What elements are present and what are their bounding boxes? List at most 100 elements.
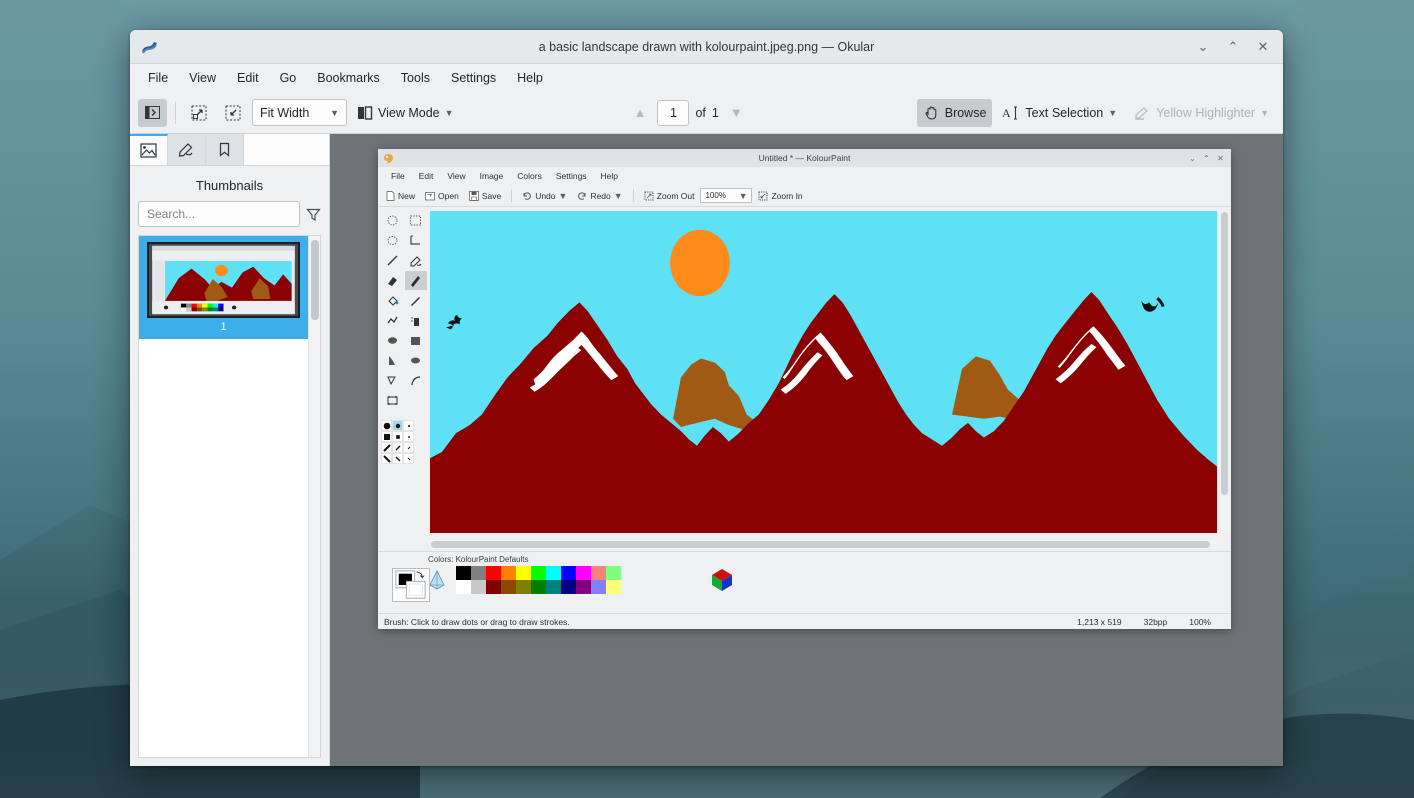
swatch-teal [546,580,561,594]
zoom-fit-width-button[interactable] [218,99,248,127]
okular-body: Thumbnails Search... [130,134,1283,766]
document-viewport[interactable]: Untitled * — KolourPaint ⌄ ⌃ ✕ File Edit… [330,134,1283,766]
sidebar-tab-bookmarks[interactable] [206,134,244,165]
menu-bookmarks[interactable]: Bookmarks [307,67,390,89]
kolourpaint-statusbar: Brush: Click to draw dots or drag to dra… [378,613,1231,629]
kp-new-button: New [382,190,419,202]
page-total-label: 1 [712,106,719,120]
thumbnail-scrollbar[interactable] [308,236,320,757]
page-number-input[interactable]: 1 [657,100,689,126]
kp-redo-label: Redo [590,191,610,201]
palette-col-2 [471,566,486,594]
sidebar-tabs-filler [244,134,329,165]
kolourpaint-window-controls: ⌄ ⌃ ✕ [1186,152,1231,165]
palette-col-4 [501,566,516,594]
palette-col-3 [486,566,501,594]
brush-square-medium [392,431,403,442]
brush-shape-selector [381,420,415,464]
kolourpaint-titlebar: Untitled * — KolourPaint ⌄ ⌃ ✕ [378,149,1231,167]
line-tool-icon [381,251,404,270]
zoom-level-combo[interactable]: Fit Width ▼ [252,99,347,126]
minimize-button: ⌄ [1186,152,1199,165]
menu-tools[interactable]: Tools [391,67,440,89]
minimize-button[interactable]: ⌄ [1189,34,1217,60]
menu-go[interactable]: Go [270,67,307,89]
kp-menu-help: Help [594,169,625,183]
text-tool-icon [381,391,404,410]
brush-tool-icon [405,271,428,290]
svg-text:A: A [1002,106,1011,120]
menu-view[interactable]: View [179,67,226,89]
page-of-label: of [695,106,705,120]
maximize-button[interactable]: ⌃ [1219,34,1247,60]
swatch-light-green [606,566,621,580]
swatch-yellow [516,566,531,580]
view-mode-button[interactable]: View Mode ▼ [351,99,460,127]
brush-row-1 [381,420,415,431]
text-selection-tool-button[interactable]: A Text Selection ▼ [996,99,1123,127]
chevron-down-icon: ▼ [1260,108,1269,118]
zoom-fit-page-button[interactable] [184,99,214,127]
search-input[interactable]: Search... [138,201,300,227]
okular-window-controls: ⌄ ⌃ ✕ [1189,34,1283,60]
curve-tool-icon [381,351,404,370]
swatch-white [456,580,471,594]
swatch-gray [471,566,486,580]
menu-settings[interactable]: Settings [441,67,506,89]
kp-status-right: 1,213 x 519 32bpp 100% [1077,617,1225,627]
filter-funnel-icon[interactable] [306,207,321,222]
next-page-button[interactable]: ▼ [725,105,748,120]
highlighter-tool-button[interactable]: Yellow Highlighter ▼ [1127,99,1275,127]
thumbnail-page-label: 1 [147,318,300,337]
hand-icon [923,104,940,121]
sidebar-toggle-button[interactable] [138,99,167,127]
kolourpaint-canvas-wrapper [430,207,1231,551]
thumbnail-item-1[interactable]: 1 [139,236,308,339]
kolourpaint-title-text: Untitled * — KolourPaint [378,153,1231,163]
palette-col-7 [546,566,561,594]
brush-row-4 [381,453,415,464]
okular-titlebar[interactable]: a basic landscape drawn with kolourpaint… [130,30,1283,64]
pen-tool-icon [405,291,428,310]
brush-backslash-medium [392,453,403,464]
page-navigation: ▲ 1 of 1 ▼ [629,100,748,126]
kp-menu-edit: Edit [412,169,441,183]
okular-window: a basic landscape drawn with kolourpaint… [130,30,1283,766]
menu-help[interactable]: Help [507,67,553,89]
kp-menu-file: File [384,169,412,183]
thumbnail-list-area[interactable]: 1 [138,235,321,758]
browse-tool-button[interactable]: Browse [917,99,993,127]
kp-open-label: Open [438,191,459,201]
swatch-navy [561,580,576,594]
palette-col-1 [456,566,471,594]
kp-status-hint: Brush: Click to draw dots or drag to dra… [384,617,570,627]
brush-square-small [403,431,414,442]
toolbar-separator [175,102,176,124]
thumbnails-icon [140,143,157,158]
menu-edit[interactable]: Edit [227,67,269,89]
swatch-green [531,566,546,580]
thumbnail-preview [147,242,300,318]
sidebar-tab-annotations[interactable] [168,134,206,165]
sidebar-tabs [130,134,329,166]
kp-menu-colors: Colors [510,169,549,183]
swatch-black [456,566,471,580]
rectangular-selection-tool-icon [405,211,428,230]
kp-menu-image: Image [473,169,511,183]
thumbnail-scrollbar-handle[interactable] [311,240,319,320]
view-mode-label: View Mode [378,106,440,120]
sidebar-tab-thumbnails[interactable] [130,134,168,165]
swatch-brown [501,580,516,594]
curve-line-tool-icon [405,371,428,390]
kp-zoom-out-button: Zoom Out [640,190,699,202]
transparent-color-icon [428,569,446,591]
bookmark-icon [218,142,231,157]
menu-file[interactable]: File [138,67,178,89]
spraycan-tool-icon [405,311,428,330]
close-button[interactable]: ✕ [1249,34,1277,60]
kp-zoom-in-button: Zoom In [754,190,806,202]
previous-page-button[interactable]: ▲ [629,105,652,120]
swatch-orange [501,566,516,580]
swatch-purple [576,580,591,594]
okular-menubar: File View Edit Go Bookmarks Tools Settin… [130,64,1283,92]
